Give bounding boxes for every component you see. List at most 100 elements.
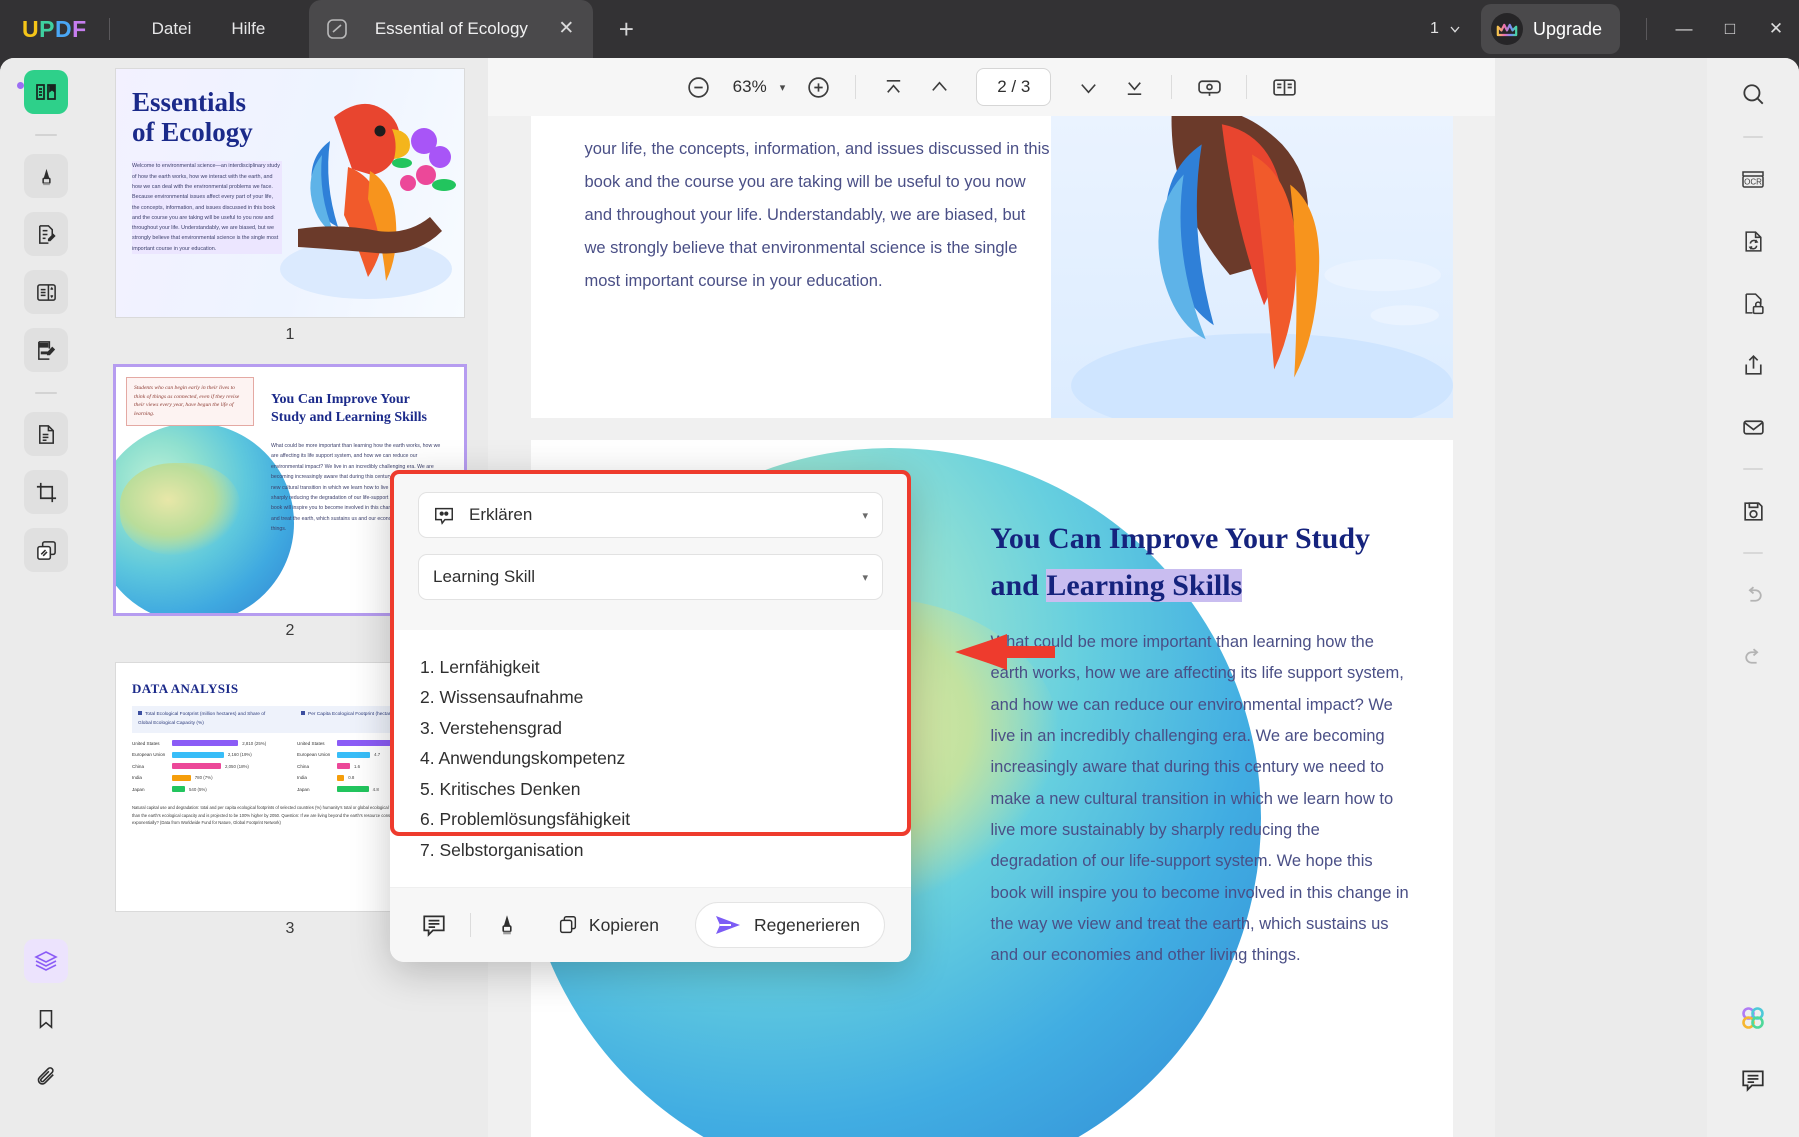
share-button[interactable] [1730,342,1776,388]
chart-bar [172,763,221,770]
ai-copy-button[interactable]: Kopieren [557,914,659,936]
upgrade-label: Upgrade [1532,18,1602,39]
window-close-button[interactable]: ✕ [1753,0,1799,58]
sidebar-item-bookmarks[interactable] [24,997,68,1041]
sidebar-item-annotate[interactable] [24,328,68,372]
minimize-button[interactable]: — [1661,0,1707,58]
presentation-button[interactable] [1186,64,1232,110]
ai-result-item: 5. Kritisches Denken [420,778,581,799]
chevron-down-icon[interactable]: ▾ [862,509,868,522]
upgrade-crown-icon [1490,13,1523,45]
thumb2-quote: Students who can begin early in their li… [126,377,254,426]
page-indicator-input[interactable]: 2 / 3 [976,68,1052,106]
chevron-down-icon[interactable]: ▾ [862,571,868,584]
search-icon [1743,84,1764,105]
document-tab[interactable]: Essential of Ecology ✕ [309,0,594,58]
zoom-out-icon [688,76,709,98]
window-count[interactable]: 1 [1430,20,1463,38]
thumbnail-item[interactable]: Essentials of Ecology Welcome to environm… [92,68,488,366]
chart-bar-value: 540 (5%) [188,786,207,792]
sidebar-item-batch[interactable] [24,528,68,572]
sidebar-item-form-fields[interactable] [24,270,68,314]
layers-icon [34,951,58,971]
sidebar-item-crop[interactable] [24,470,68,514]
zoom-in-button[interactable] [795,64,841,110]
chart-bar-label: Japan [297,786,310,792]
next-page-button[interactable] [1065,64,1111,110]
chart-bar-label: United States [297,740,325,746]
zoom-dropdown-caret[interactable]: ▾ [780,81,786,94]
search-button[interactable] [1730,72,1776,118]
prev-page-icon [931,80,947,91]
logo-letter-u: U [22,15,40,42]
redo-button[interactable] [1730,634,1776,680]
ai-subject-label: Learning Skill [433,567,536,586]
ai-assistant-popup[interactable]: Erklären ▾ Learning Skill ▾ 1. Lernfähig… [390,470,911,962]
prev-page-button[interactable] [916,64,962,110]
page1-paragraph: your life, the concepts, information, an… [584,140,1050,290]
ai-result-item: 3. Verstehensgrad [420,717,563,738]
highlighter-icon [502,915,512,935]
page-layout-button[interactable] [1261,64,1307,110]
document-toolbar: 63% ▾ 2 / 3 [488,58,1495,116]
maximize-button[interactable]: □ [1707,0,1753,58]
ai-comment-button[interactable] [416,907,452,943]
left-tool-rail [0,58,92,1137]
ai-result-item: 6. Problemlösungsfähigkeit [420,809,631,830]
ai-subject-select[interactable]: Learning Skill ▾ [418,554,883,600]
menu-datei[interactable]: Datei [132,19,212,39]
sidebar-item-edit-text[interactable] [24,212,68,256]
book-reader-icon [36,84,56,100]
edit-document-icon [38,224,56,244]
new-tab-button[interactable]: + [611,14,641,45]
thumbnail-page-1[interactable]: Essentials of Ecology Welcome to environm… [115,68,465,318]
ai-highlight-button[interactable] [489,907,525,943]
ai-action-select[interactable]: Erklären ▾ [418,492,883,538]
form-fields-icon [36,283,56,301]
ocr-button[interactable]: OCR [1730,156,1776,202]
ai-assistant-button[interactable] [1730,995,1776,1041]
first-page-button[interactable] [870,64,916,110]
chart-bar [172,786,185,793]
titlebar-right: 1 Upgrade — □ ✕ [1430,0,1799,58]
save-button[interactable] [1730,488,1776,534]
upgrade-button[interactable]: Upgrade [1480,4,1620,54]
title-bar: U P D F Datei Hilfe Essential of Ecology… [0,0,1799,58]
protect-button[interactable] [1730,280,1776,326]
right-rail-divider-2 [1743,468,1763,470]
convert-button[interactable] [1730,218,1776,264]
sidebar-item-reader-mode[interactable] [24,70,68,114]
ocr-icon: OCR [1742,171,1764,188]
chevron-down-icon [1450,26,1460,33]
thumbnail-number: 3 [285,920,295,937]
comment-icon [423,915,445,937]
page-gap [488,418,1495,440]
chart-bar [337,774,345,781]
ai-regenerate-button[interactable]: Regenerieren [694,902,885,949]
sidebar-item-highlight[interactable] [24,154,68,198]
last-page-icon [1127,81,1142,95]
thumb1-body: Welcome to environmental science—an inte… [132,161,282,254]
chart-bar-value: 780 (7%) [194,775,213,781]
titlebar-divider [108,18,110,40]
sidebar-item-attachments[interactable] [24,1055,68,1099]
ai-results-body: 1. Lernfähigkeit 2. Wissensaufnahme 3. Ver… [390,630,911,888]
page1-text-block: your life, the concepts, information, an… [531,116,1051,418]
zoom-level-value[interactable]: 63% [722,77,778,97]
page2-paragraph: What could be more important than learni… [990,633,1409,965]
chart-bar [172,774,191,781]
comments-button[interactable] [1730,1057,1776,1103]
last-page-button[interactable] [1111,64,1157,110]
zoom-out-button[interactable] [676,64,722,110]
sidebar-item-layers[interactable] [24,939,68,983]
chart-bar-value: 1.6 [353,763,361,769]
sidebar-item-page-organize[interactable] [24,412,68,456]
close-icon[interactable]: ✕ [553,16,579,42]
share-icon [1744,354,1762,375]
bar-column-left: United States 2,810 (25%) European Union 2,… [132,740,283,798]
chart-bar-label: Japan [132,786,145,792]
undo-button[interactable] [1730,572,1776,618]
toolbar-divider-2 [1171,75,1173,99]
email-button[interactable] [1730,404,1776,450]
menu-hilfe[interactable]: Hilfe [211,19,285,39]
